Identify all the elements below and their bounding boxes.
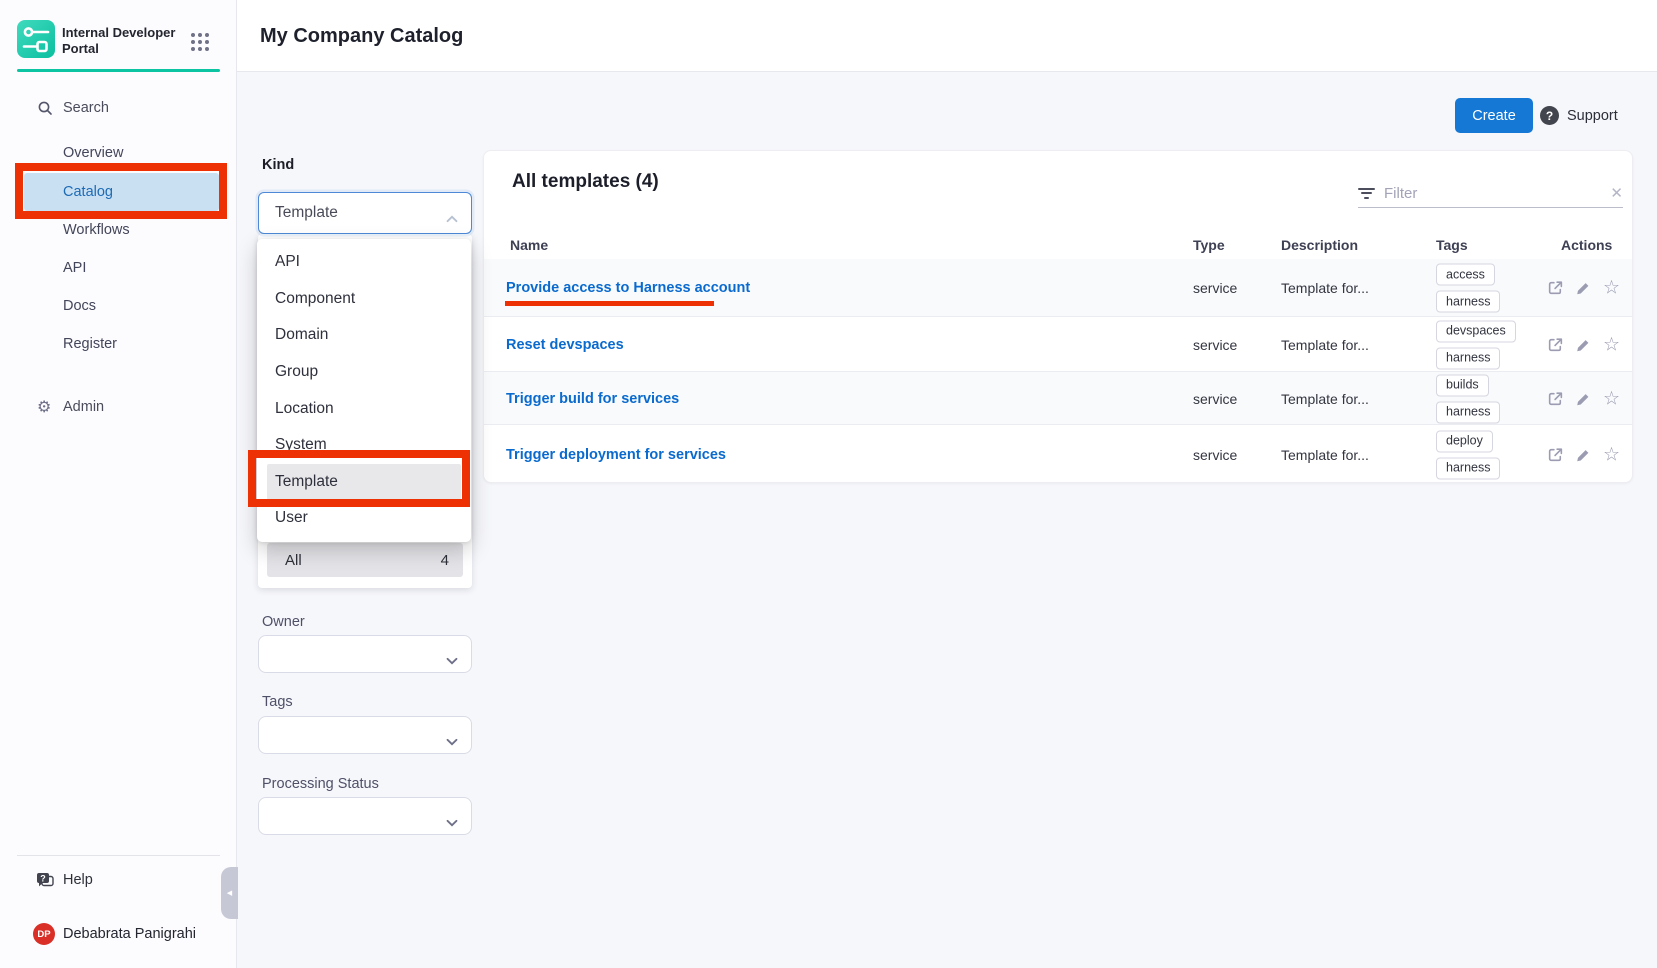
table-row: Reset devspaces service Template for... … <box>484 317 1632 372</box>
table-filter: ✕ <box>1358 179 1623 208</box>
kind-select[interactable]: Template <box>258 192 472 234</box>
tags-cell: builds harness <box>1436 374 1500 423</box>
sidebar-item-search[interactable]: Search <box>0 91 237 125</box>
star-icon[interactable]: ☆ <box>1603 390 1620 407</box>
open-in-new-icon[interactable] <box>1547 390 1564 407</box>
page-title: My Company Catalog <box>260 25 463 48</box>
template-link[interactable]: Provide access to Harness account <box>506 280 750 296</box>
user-name: Debabrata Panigrahi <box>63 926 196 942</box>
edit-icon[interactable] <box>1575 336 1592 353</box>
actions-cell: ☆ <box>1547 446 1620 463</box>
app-logo-icon <box>17 20 55 58</box>
sidebar-item-register[interactable]: Register <box>0 325 237 363</box>
kind-option-component[interactable]: Component <box>257 281 471 318</box>
tags-select[interactable] <box>258 716 472 754</box>
table-row: Provide access to Harness account servic… <box>484 259 1632 317</box>
app-title: Internal Developer Portal <box>62 25 182 56</box>
brand-divider <box>17 69 220 72</box>
tag-chip: harness <box>1436 401 1500 423</box>
actions-cell: ☆ <box>1547 280 1620 297</box>
open-in-new-icon[interactable] <box>1547 280 1564 297</box>
open-in-new-icon[interactable] <box>1547 446 1564 463</box>
template-link[interactable]: Trigger deployment for services <box>506 447 726 463</box>
sidebar-item-api[interactable]: API <box>0 249 237 287</box>
sidebar-item-workflows[interactable]: Workflows <box>0 211 237 249</box>
tags-cell: devspaces harness <box>1436 320 1516 369</box>
kind-option-domain[interactable]: Domain <box>257 317 471 354</box>
tags-cell: access harness <box>1436 264 1500 313</box>
kind-option-template[interactable]: Template <box>267 464 461 501</box>
apps-grid-icon[interactable] <box>189 31 211 53</box>
processing-status-select[interactable] <box>258 797 472 835</box>
owner-filter-label: Owner <box>262 614 305 630</box>
tag-chip: harness <box>1436 291 1500 313</box>
processing-status-filter-label: Processing Status <box>262 776 379 792</box>
tag-chip: harness <box>1436 347 1500 369</box>
search-label: Search <box>63 100 109 116</box>
gear-icon: ⚙ <box>37 397 51 417</box>
sidebar: Internal Developer Portal Search Overvie… <box>0 0 237 968</box>
kind-count-all-row[interactable]: All 4 <box>267 543 463 577</box>
edit-icon[interactable] <box>1575 390 1592 407</box>
tag-chip: devspaces <box>1436 320 1516 342</box>
actions-cell: ☆ <box>1547 390 1620 407</box>
question-icon: ? <box>1540 106 1559 125</box>
sidebar-item-catalog[interactable]: Catalog <box>24 173 219 211</box>
kind-select-value: Template <box>275 204 338 222</box>
sidebar-item-admin[interactable]: ⚙ Admin <box>0 390 237 424</box>
table-header-row: Name Type Description Tags Actions <box>484 237 1632 259</box>
template-link[interactable]: Trigger build for services <box>506 391 679 407</box>
tags-filter-label: Tags <box>262 694 293 710</box>
edit-icon[interactable] <box>1575 280 1592 297</box>
chevron-down-icon <box>446 652 458 670</box>
star-icon[interactable]: ☆ <box>1603 280 1620 297</box>
open-in-new-icon[interactable] <box>1547 336 1564 353</box>
sidebar-item-help[interactable]: ? Help <box>0 863 237 897</box>
user-avatar[interactable]: DP <box>33 923 55 945</box>
search-icon <box>37 100 53 116</box>
table-row: Trigger build for services service Templ… <box>484 372 1632 425</box>
sidebar-item-docs[interactable]: Docs <box>0 287 237 325</box>
clear-filter-icon[interactable]: ✕ <box>1610 184 1623 202</box>
edit-icon[interactable] <box>1575 446 1592 463</box>
star-icon[interactable]: ☆ <box>1603 336 1620 353</box>
sidebar-divider <box>17 855 220 856</box>
table-row: Trigger deployment for services service … <box>484 425 1632 484</box>
templates-table-card: All templates (4) ✕ Name Type Descriptio… <box>483 150 1633 483</box>
tag-chip: access <box>1436 264 1495 286</box>
page-header: My Company Catalog <box>237 0 1657 72</box>
chevron-up-icon <box>446 210 458 228</box>
kind-filter-label: Kind <box>262 157 294 173</box>
collapse-arrow-icon: ◀ <box>227 889 232 897</box>
owner-select[interactable] <box>258 635 472 673</box>
table-title: All templates (4) <box>512 171 659 193</box>
table-filter-input[interactable] <box>1384 185 1601 202</box>
support-button[interactable]: ? Support <box>1540 98 1618 133</box>
count-label: All <box>285 552 302 569</box>
sidebar-item-overview[interactable]: Overview <box>0 134 237 172</box>
tag-chip: deploy <box>1436 430 1493 452</box>
tag-chip: builds <box>1436 374 1489 396</box>
kind-dropdown-menu: API Component Domain Group Location Syst… <box>257 239 471 542</box>
app-window: Internal Developer Portal Search Overvie… <box>0 0 1657 968</box>
tags-cell: deploy harness <box>1436 430 1500 479</box>
help-chat-icon: ? <box>35 871 56 890</box>
filter-icon <box>1358 188 1375 199</box>
star-icon[interactable]: ☆ <box>1603 446 1620 463</box>
count-value: 4 <box>441 552 449 569</box>
kind-option-user[interactable]: User <box>257 500 471 537</box>
tag-chip: harness <box>1436 457 1500 479</box>
svg-text:?: ? <box>40 873 46 883</box>
chevron-down-icon <box>446 733 458 751</box>
kind-option-system[interactable]: System <box>257 427 471 464</box>
kind-option-location[interactable]: Location <box>257 390 471 427</box>
sidebar-collapse-handle[interactable]: ◀ <box>221 867 238 919</box>
kind-option-group[interactable]: Group <box>257 354 471 391</box>
chevron-down-icon <box>446 814 458 832</box>
kind-option-api[interactable]: API <box>257 244 471 281</box>
template-link[interactable]: Reset devspaces <box>506 337 624 353</box>
actions-cell: ☆ <box>1547 336 1620 353</box>
create-button[interactable]: Create <box>1455 98 1533 133</box>
